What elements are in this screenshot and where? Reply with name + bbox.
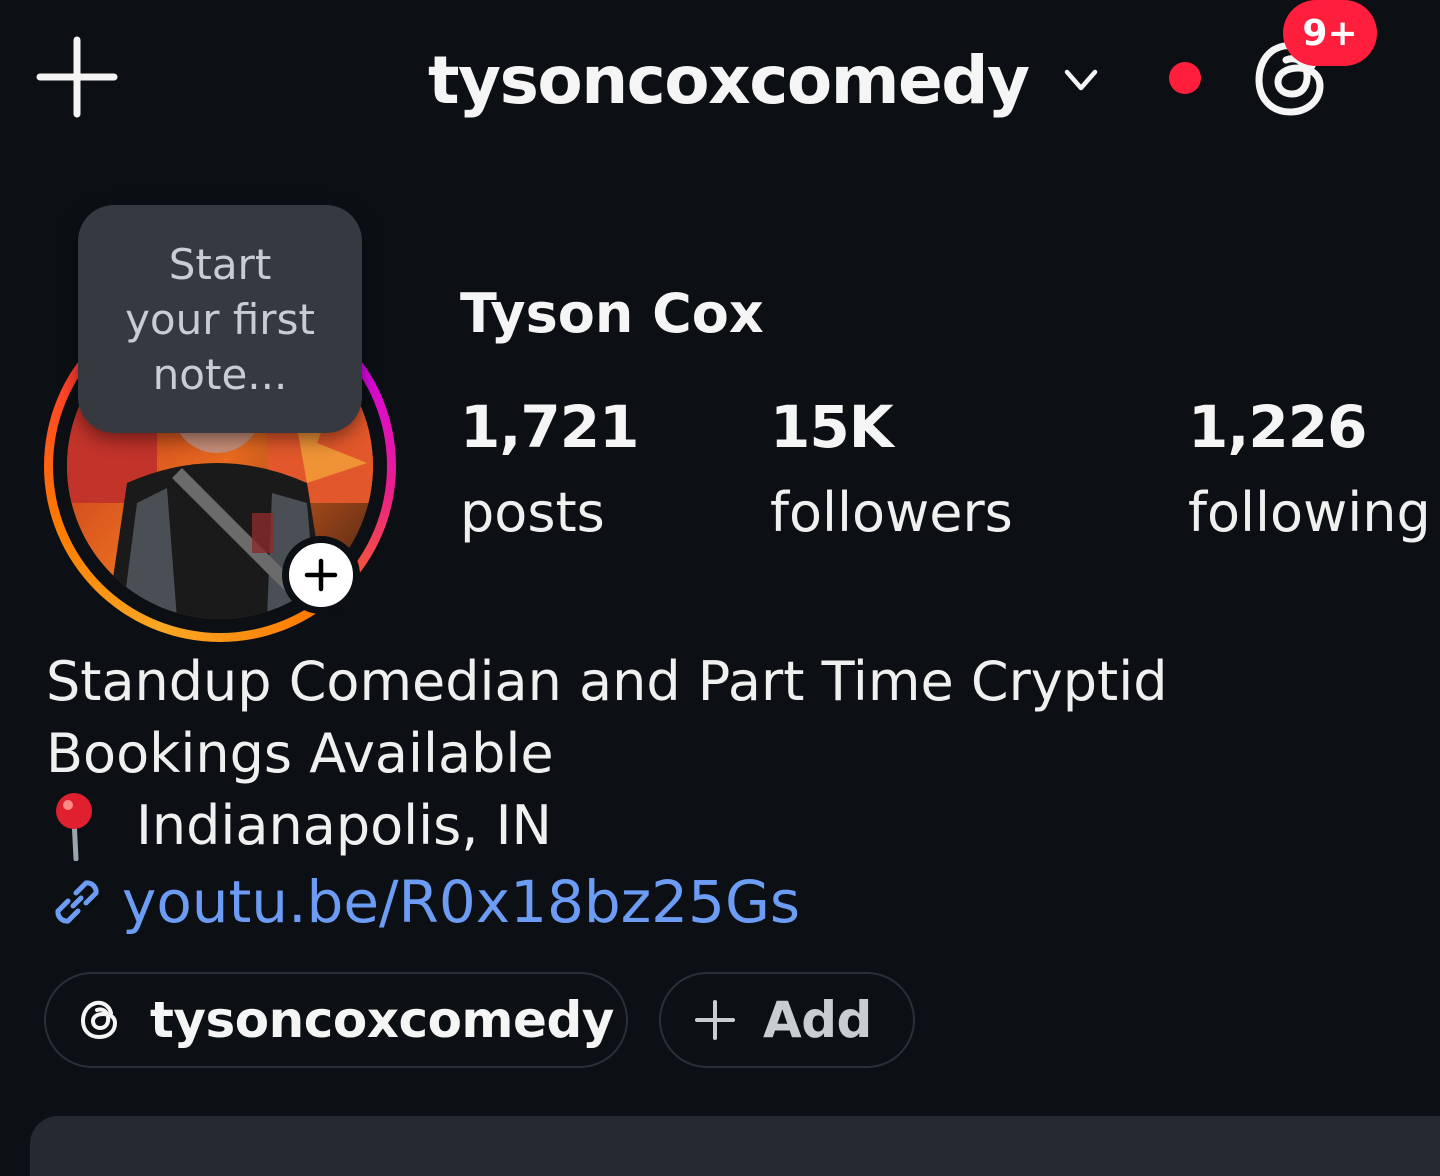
note-bubble[interactable]: Start your first note... (78, 205, 362, 433)
add-pill-button[interactable]: Add (659, 972, 915, 1068)
posts-count: 1,721 (460, 393, 639, 461)
create-button[interactable] (36, 36, 118, 118)
unread-dot (1169, 62, 1201, 94)
pin-icon (46, 791, 106, 861)
link-icon (46, 871, 108, 933)
profile-bio: Standup Comedian and Part Time Cryptid B… (46, 646, 1406, 942)
followers-label: followers (770, 481, 1013, 544)
add-label: Add (763, 991, 872, 1049)
link-text: youtu.be/R0x18bz25Gs (122, 868, 801, 936)
followers-stat[interactable]: 15K followers (770, 392, 1013, 548)
bottom-panel (30, 1116, 1440, 1176)
location-text: Indianapolis, IN (136, 794, 552, 857)
display-name: Tyson Cox (460, 282, 764, 345)
note-prompt: Start your first note... (125, 239, 315, 399)
following-label: following (1188, 481, 1431, 544)
bio-line: Standup Comedian and Part Time Cryptid (46, 650, 1168, 713)
threads-icon (78, 997, 124, 1043)
notification-badge: 9+ (1283, 0, 1377, 66)
bio-link[interactable]: youtu.be/R0x18bz25Gs (46, 862, 1406, 942)
posts-label: posts (460, 481, 605, 544)
plus-icon (693, 998, 737, 1042)
plus-icon (36, 36, 118, 118)
account-switcher[interactable]: tysoncoxcomedy (428, 30, 1101, 130)
following-count: 1,226 (1188, 393, 1367, 461)
following-stat[interactable]: 1,226 following (1188, 392, 1431, 548)
threads-profile-pill[interactable]: tysoncoxcomedy (44, 972, 628, 1068)
bio-location: Indianapolis, IN (46, 790, 1406, 862)
bio-line: Bookings Available (46, 722, 554, 785)
add-story-button[interactable] (282, 536, 360, 614)
followers-count: 15K (770, 393, 894, 461)
posts-stat[interactable]: 1,721 posts (460, 392, 639, 548)
threads-handle: tysoncoxcomedy (150, 991, 614, 1049)
chevron-down-icon (1061, 60, 1101, 100)
profile-username: tysoncoxcomedy (428, 41, 1030, 119)
plus-icon (304, 558, 338, 592)
